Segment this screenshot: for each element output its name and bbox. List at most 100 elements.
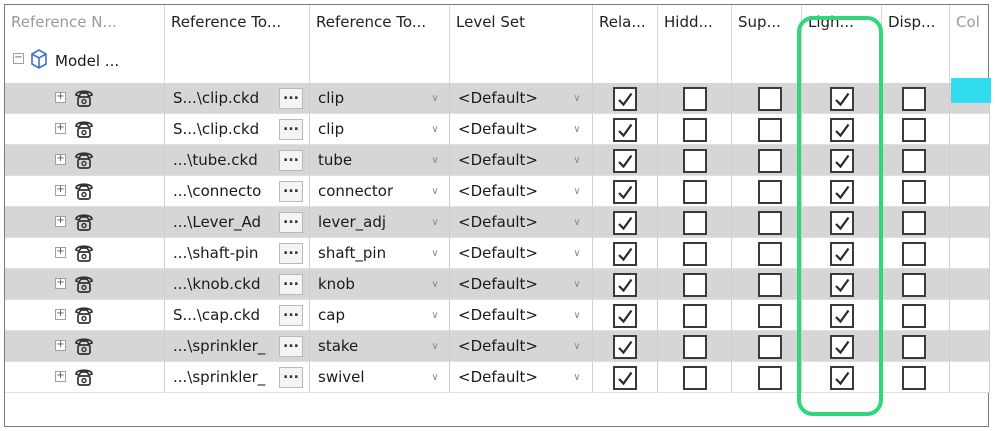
relative-cell[interactable] — [593, 269, 658, 300]
chevron-down-icon[interactable]: ∨ — [428, 90, 442, 107]
relative-checkbox[interactable] — [613, 180, 637, 204]
hidden-cell[interactable] — [658, 331, 732, 362]
chevron-down-icon[interactable]: ∨ — [428, 276, 442, 293]
suppressed-checkbox[interactable] — [758, 211, 782, 235]
display-cell[interactable] — [882, 145, 950, 176]
display-cell[interactable] — [882, 300, 950, 331]
col-header-hidden[interactable]: Hidd... — [658, 5, 732, 39]
hidden-cell[interactable] — [658, 83, 732, 114]
relative-checkbox[interactable] — [613, 335, 637, 359]
suppressed-checkbox[interactable] — [758, 335, 782, 359]
suppressed-cell[interactable] — [732, 300, 802, 331]
display-checkbox[interactable] — [902, 335, 926, 359]
col-header-lightweight[interactable]: Ligh... — [802, 5, 882, 39]
color-cell[interactable] — [950, 176, 990, 207]
hidden-cell[interactable] — [658, 300, 732, 331]
browse-button[interactable]: ... — [279, 212, 303, 233]
relative-cell[interactable] — [593, 331, 658, 362]
table-row[interactable]: + S...\cap.ckd... cap ∨ <Default> ∨ — [5, 300, 990, 331]
chevron-down-icon[interactable]: ∨ — [570, 121, 584, 138]
ref-name-select-cell[interactable]: cap ∨ — [310, 300, 450, 331]
col-header-suppressed[interactable]: Sup... — [732, 5, 802, 39]
table-row[interactable]: + ...\shaft-pin... shaft_pin ∨ <Default> ∨ — [5, 238, 990, 269]
lightweight-cell[interactable] — [802, 362, 882, 393]
relative-cell[interactable] — [593, 238, 658, 269]
relative-checkbox[interactable] — [613, 273, 637, 297]
suppressed-checkbox[interactable] — [758, 304, 782, 328]
display-cell[interactable] — [882, 176, 950, 207]
suppressed-cell[interactable] — [732, 207, 802, 238]
level-set-cell[interactable]: <Default> ∨ — [450, 300, 593, 331]
browse-button[interactable]: ... — [279, 181, 303, 202]
browse-button[interactable]: ... — [279, 119, 303, 140]
hidden-checkbox[interactable] — [683, 304, 707, 328]
collapse-icon[interactable]: − — [13, 53, 24, 64]
suppressed-cell[interactable] — [732, 83, 802, 114]
col-header-ref-name[interactable]: Reference N... — [5, 5, 165, 39]
display-checkbox[interactable] — [902, 149, 926, 173]
lightweight-checkbox[interactable] — [830, 211, 854, 235]
lightweight-checkbox[interactable] — [830, 180, 854, 204]
suppressed-cell[interactable] — [732, 145, 802, 176]
table-row[interactable]: + ...\knob.ckd... knob ∨ <Default> ∨ — [5, 269, 990, 300]
col-header-ref-to-name[interactable]: Reference To... — [310, 5, 450, 39]
chevron-down-icon[interactable]: ∨ — [570, 307, 584, 324]
lightweight-checkbox[interactable] — [830, 87, 854, 111]
lightweight-cell[interactable] — [802, 145, 882, 176]
expand-icon[interactable]: + — [55, 154, 66, 165]
display-cell[interactable] — [882, 362, 950, 393]
suppressed-cell[interactable] — [732, 331, 802, 362]
hidden-checkbox[interactable] — [683, 335, 707, 359]
col-header-level-set[interactable]: Level Set — [450, 5, 593, 39]
lightweight-cell[interactable] — [802, 238, 882, 269]
relative-cell[interactable] — [593, 300, 658, 331]
chevron-down-icon[interactable]: ∨ — [570, 152, 584, 169]
expand-icon[interactable]: + — [55, 309, 66, 320]
color-cell[interactable] — [950, 300, 990, 331]
hidden-cell[interactable] — [658, 269, 732, 300]
hidden-cell[interactable] — [658, 176, 732, 207]
expand-icon[interactable]: + — [55, 185, 66, 196]
browse-button[interactable]: ... — [279, 274, 303, 295]
level-set-cell[interactable]: <Default> ∨ — [450, 269, 593, 300]
hidden-checkbox[interactable] — [683, 211, 707, 235]
table-row[interactable]: + ...\tube.ckd... tube ∨ <Default> ∨ — [5, 145, 990, 176]
ref-file-cell[interactable]: ...\knob.ckd... — [165, 269, 310, 300]
hidden-cell[interactable] — [658, 207, 732, 238]
expand-icon[interactable]: + — [55, 247, 66, 258]
browse-button[interactable]: ... — [279, 336, 303, 357]
relative-checkbox[interactable] — [613, 149, 637, 173]
level-set-cell[interactable]: <Default> ∨ — [450, 176, 593, 207]
ref-name-select-cell[interactable]: clip ∨ — [310, 83, 450, 114]
relative-checkbox[interactable] — [613, 87, 637, 111]
display-checkbox[interactable] — [902, 242, 926, 266]
lightweight-cell[interactable] — [802, 269, 882, 300]
ref-name-select-cell[interactable]: swivel ∨ — [310, 362, 450, 393]
hidden-cell[interactable] — [658, 145, 732, 176]
lightweight-checkbox[interactable] — [830, 149, 854, 173]
suppressed-cell[interactable] — [732, 362, 802, 393]
ref-name-cell[interactable]: + — [5, 269, 165, 300]
ref-name-cell[interactable]: + — [5, 83, 165, 114]
ref-name-cell[interactable]: + — [5, 207, 165, 238]
model-cell[interactable]: − Model ... — [5, 39, 165, 83]
relative-checkbox[interactable] — [613, 304, 637, 328]
col-header-ref-to-file[interactable]: Reference To... — [165, 5, 310, 39]
col-header-display[interactable]: Disp... — [882, 5, 950, 39]
chevron-down-icon[interactable]: ∨ — [428, 369, 442, 386]
table-row[interactable]: + ...\connecto... connector ∨ <Default> ∨ — [5, 176, 990, 207]
expand-icon[interactable]: + — [55, 278, 66, 289]
ref-file-cell[interactable]: ...\Lever_Ad... — [165, 207, 310, 238]
chevron-down-icon[interactable]: ∨ — [570, 214, 584, 231]
color-swatch-selected[interactable] — [951, 78, 991, 103]
display-checkbox[interactable] — [902, 304, 926, 328]
hidden-cell[interactable] — [658, 362, 732, 393]
level-set-cell[interactable]: <Default> ∨ — [450, 362, 593, 393]
ref-name-select-cell[interactable]: knob ∨ — [310, 269, 450, 300]
table-row[interactable]: + ...\sprinkler_... stake ∨ <Default> ∨ — [5, 331, 990, 362]
table-row[interactable]: + ...\Lever_Ad... lever_adj ∨ <Default> ∨ — [5, 207, 990, 238]
level-set-cell[interactable]: <Default> ∨ — [450, 331, 593, 362]
expand-icon[interactable]: + — [55, 123, 66, 134]
suppressed-cell[interactable] — [732, 269, 802, 300]
ref-file-cell[interactable]: S...\cap.ckd... — [165, 300, 310, 331]
